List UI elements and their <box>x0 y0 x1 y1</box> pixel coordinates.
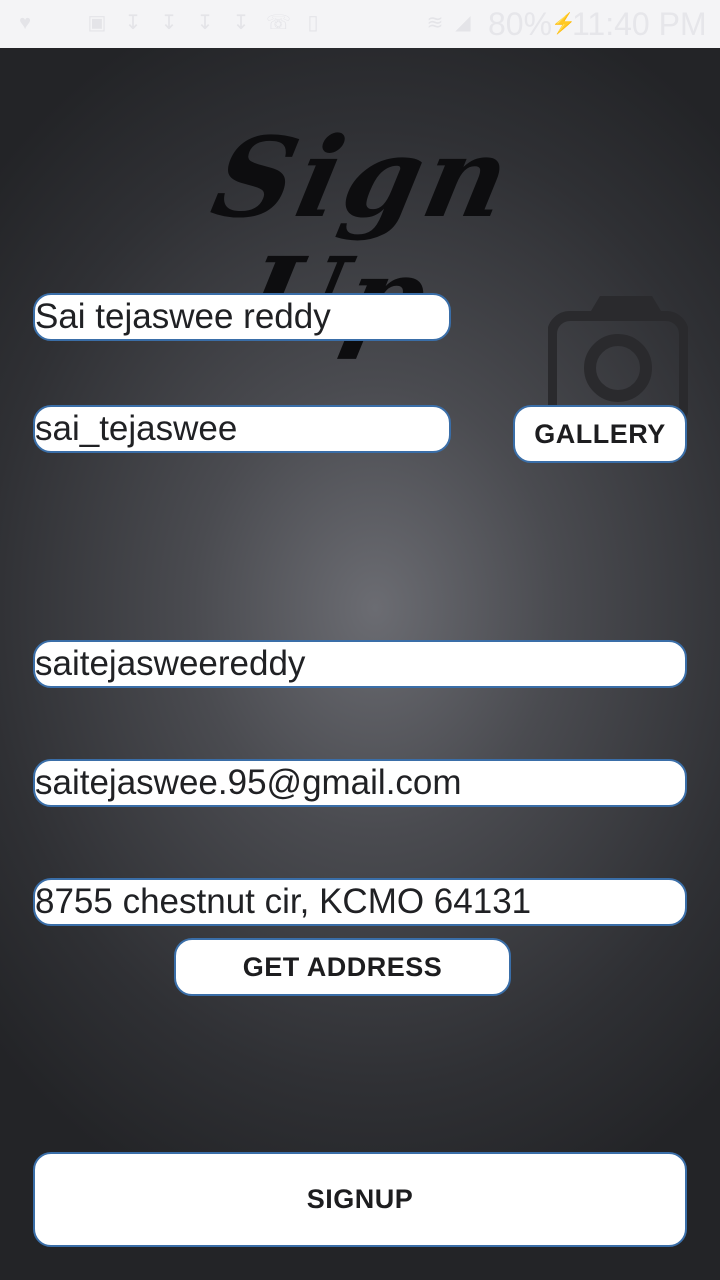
download-icon: ↧ <box>196 12 214 34</box>
full-name-input[interactable]: Sai tejaswee reddy <box>33 293 451 341</box>
signup-button[interactable]: SIGNUP <box>33 1152 687 1247</box>
gallery-button[interactable]: GALLERY <box>513 405 687 463</box>
email-input[interactable]: saitejaswee.95@gmail.com <box>33 759 687 807</box>
signal-icon: ◢ <box>455 12 471 34</box>
get-address-button[interactable]: GET ADDRESS <box>174 938 511 996</box>
battery-percent: 80% <box>488 6 553 42</box>
address-input[interactable]: 8755 chestnut cir, KCMO 64131 <box>33 878 687 926</box>
wifi-icon: ≋ <box>426 12 444 34</box>
sim-icon: ▯ <box>307 12 319 34</box>
download-icon: ↧ <box>124 12 142 34</box>
status-bar: ♥ ▣ ↧ ↧ ↧ ↧ ☏ ▯ ≋ ◢ 80% ⚡ 11:40 PM <box>0 0 720 48</box>
password-input[interactable]: saitejasweereddy <box>33 640 687 688</box>
username-input[interactable]: sai_tejaswee <box>33 405 451 453</box>
image-icon: ▣ <box>87 12 107 34</box>
heart-icon: ♥ <box>19 12 31 34</box>
download-icon: ↧ <box>232 12 250 34</box>
signup-screen: Sign Up Sai tejaswee reddy sai_tejaswee … <box>0 48 720 1280</box>
clock: 11:40 PM <box>572 6 707 42</box>
phone-icon: ☏ <box>266 12 292 34</box>
page-title: Sign Up <box>202 113 525 362</box>
download-icon: ↧ <box>160 12 178 34</box>
